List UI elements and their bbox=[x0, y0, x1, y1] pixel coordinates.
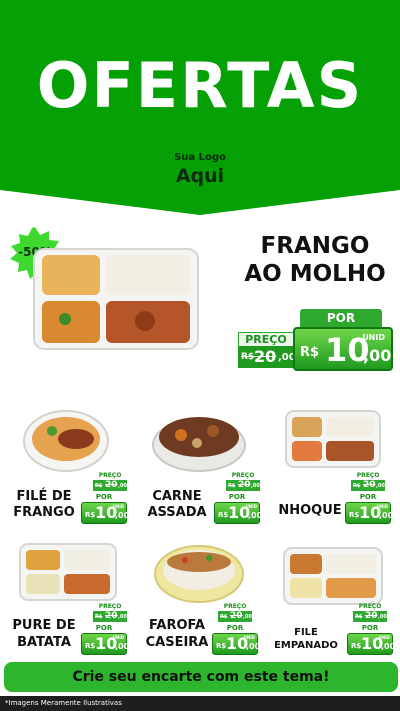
featured-new-price-label: POR bbox=[300, 309, 382, 327]
old-price-label: PREÇO bbox=[98, 603, 122, 610]
featured-name-line1: FRANGO bbox=[260, 233, 370, 259]
product-image bbox=[285, 410, 381, 468]
new-price-label: POR bbox=[226, 624, 244, 632]
new-price-label: POR bbox=[359, 493, 377, 501]
product-name: CARNE ASSADA bbox=[147, 489, 207, 520]
old-price: R$ 20 ,00 bbox=[226, 480, 260, 491]
old-price: R$ 20 ,00 bbox=[93, 480, 127, 491]
new-price: R$ 10 ,00 UNID bbox=[347, 633, 395, 655]
old-price: R$ 20 ,00 bbox=[351, 480, 385, 491]
product-name: FAROFA CASEIRA bbox=[145, 618, 209, 650]
new-price-label: POR bbox=[95, 624, 113, 632]
logo-placeholder-line1: Sua Logo bbox=[174, 152, 226, 163]
product-image bbox=[19, 543, 117, 601]
old-price-label: PREÇO bbox=[223, 603, 247, 610]
product-image bbox=[23, 410, 109, 472]
product-card: CARNE ASSADA PREÇO R$ 20 ,00 POR R$ 10 ,… bbox=[133, 405, 266, 533]
old-price-label: PREÇO bbox=[356, 472, 380, 479]
product-card: FILÉ DE FRANGO PREÇO R$ 20 ,00 POR R$ 10… bbox=[0, 405, 133, 533]
product-card: PURE DE BATATA PREÇO R$ 20 ,00 POR R$ 10… bbox=[0, 540, 133, 668]
logo-placeholder-line2: Aqui bbox=[175, 165, 225, 187]
product-name: NHOQUE bbox=[278, 503, 342, 518]
featured-old-price: R$ 20 ,00 bbox=[238, 346, 296, 368]
featured-new-dec: ,00 bbox=[363, 346, 392, 365]
product-card: NHOQUE PREÇO R$ 20 ,00 POR R$ 10 ,00 UNI… bbox=[266, 405, 399, 533]
new-price-label: POR bbox=[95, 493, 113, 501]
new-price-label: POR bbox=[361, 624, 379, 632]
featured-old-price-label: PREÇO bbox=[238, 332, 294, 346]
old-price: R$ 20 ,00 bbox=[218, 611, 252, 622]
new-price: R$ 10 ,00 UNID bbox=[81, 502, 129, 524]
new-price: R$ 10 ,00 UNID bbox=[212, 633, 260, 655]
product-card: FILE EMPANADO PREÇO R$ 20 ,00 POR R$ 10 … bbox=[266, 540, 399, 668]
product-card: FAROFA CASEIRA PREÇO R$ 20 ,00 POR R$ 10… bbox=[133, 540, 266, 668]
old-price: R$ 20 ,00 bbox=[353, 611, 387, 622]
product-name: FILÉ DE FRANGO bbox=[13, 489, 75, 520]
featured-product-name: FRANGO AO MOLHO bbox=[230, 232, 400, 288]
product-name: PURE DE BATATA bbox=[12, 618, 76, 650]
product-image bbox=[154, 545, 244, 603]
featured-old-int: 20 bbox=[254, 347, 277, 366]
old-price: R$ 20 ,00 bbox=[93, 611, 127, 622]
product-image bbox=[283, 547, 383, 605]
featured-new-currency: R$ bbox=[300, 345, 320, 360]
old-price-label: PREÇO bbox=[98, 472, 122, 479]
product-name: FILE EMPANADO bbox=[274, 627, 338, 651]
create-flyer-button[interactable]: Crie seu encarte com este tema! bbox=[4, 662, 398, 692]
new-price: R$ 10 ,00 UNID bbox=[81, 633, 129, 655]
featured-name-line2: AO MOLHO bbox=[244, 261, 386, 287]
featured-product-image bbox=[33, 248, 199, 350]
page-title: OFERTAS bbox=[36, 49, 364, 122]
featured-new-price: R$ 10 ,00 UNID bbox=[293, 327, 393, 371]
header-banner: OFERTAS Sua Logo Aqui bbox=[0, 0, 400, 215]
old-price-label: PREÇO bbox=[358, 603, 382, 610]
old-price-label: PREÇO bbox=[231, 472, 255, 479]
featured-unit: UNID bbox=[362, 333, 385, 342]
featured-old-currency: R$ bbox=[241, 352, 255, 362]
new-price-label: POR bbox=[228, 493, 246, 501]
new-price: R$ 10 ,00 UNID bbox=[345, 502, 393, 524]
new-price: R$ 10 ,00 UNID bbox=[214, 502, 262, 524]
product-image bbox=[152, 417, 246, 472]
disclaimer-text: *Imagens Meramente Ilustrativas bbox=[0, 696, 400, 711]
